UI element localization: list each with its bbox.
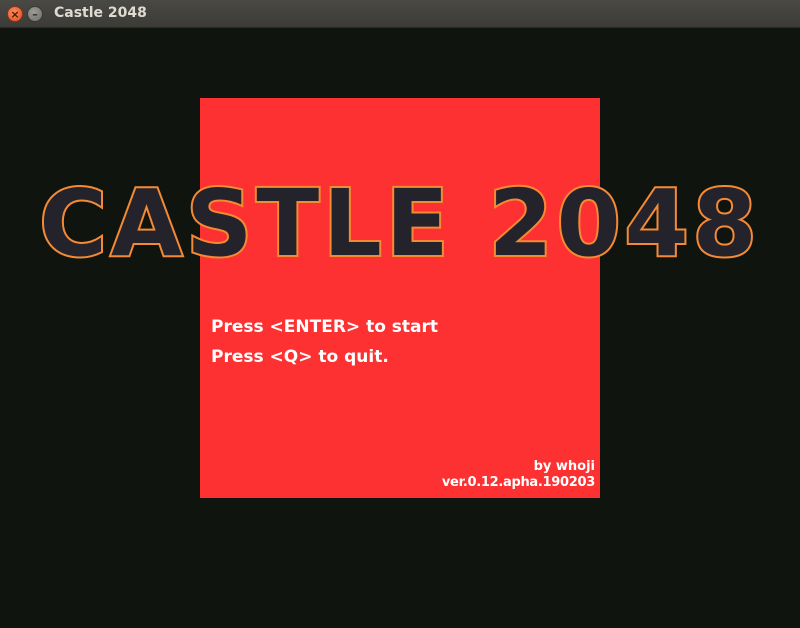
game-canvas[interactable]: CASTLE 2048 Press <ENTER> to start Press… <box>0 28 800 628</box>
minimize-icon[interactable]: – <box>27 6 43 22</box>
title-panel <box>200 98 600 498</box>
quit-instruction: Press <Q> to quit. <box>211 347 389 367</box>
game-window: × – Castle 2048 CASTLE 2048 Press <ENTER… <box>0 0 800 628</box>
window-titlebar[interactable]: × – Castle 2048 <box>0 0 800 28</box>
game-title-logo: CASTLE 2048 <box>37 168 761 279</box>
window-title: Castle 2048 <box>54 5 147 21</box>
version-label: ver.0.12.apha.190203 <box>441 475 595 490</box>
author-credit: by whoji <box>533 459 595 474</box>
close-icon[interactable]: × <box>7 6 23 22</box>
start-instruction: Press <ENTER> to start <box>211 317 439 337</box>
